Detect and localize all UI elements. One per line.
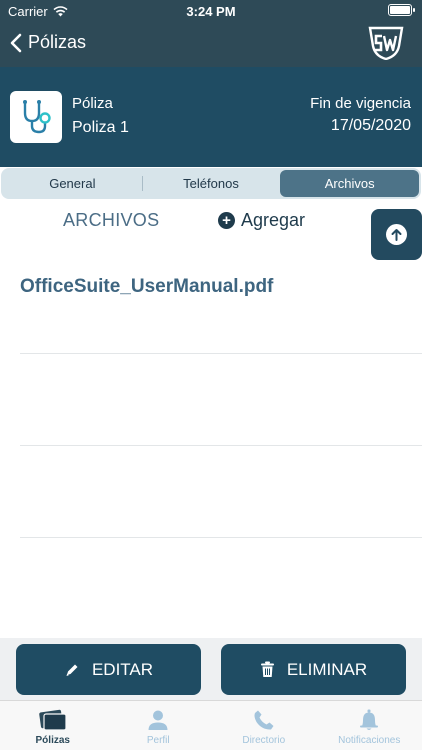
scroll-top-button[interactable] — [371, 209, 422, 260]
plus-circle-icon: + — [218, 212, 235, 229]
list-item[interactable] — [20, 446, 422, 538]
tab-notificaciones-label: Notificaciones — [338, 735, 401, 746]
actions-bar: EDITAR ELIMINAR — [0, 638, 422, 700]
files-section-title: ARCHIVOS — [63, 210, 160, 230]
policy-thumbnail — [10, 91, 62, 143]
add-file-button[interactable]: + Agregar — [218, 210, 305, 231]
arrow-up-circle-icon — [386, 224, 407, 245]
status-time: 3:24 PM — [186, 4, 236, 19]
navigation-bar: Pólizas — [0, 22, 422, 67]
policy-type: Póliza — [72, 95, 113, 112]
tab-polizas[interactable]: Pólizas — [0, 701, 106, 750]
tab-perfil[interactable]: Perfil — [106, 701, 212, 750]
delete-button[interactable]: ELIMINAR — [221, 644, 406, 695]
bell-icon — [360, 709, 379, 730]
tab-general[interactable]: General — [3, 170, 142, 197]
pencil-icon — [66, 664, 78, 676]
phone-icon — [254, 710, 274, 730]
tab-polizas-label: Pólizas — [35, 735, 70, 746]
section-segmented-control: General Teléfonos Archivos — [1, 168, 421, 199]
tab-archivos[interactable]: Archivos — [280, 170, 420, 197]
back-button[interactable]: Pólizas — [10, 32, 86, 53]
back-label: Pólizas — [28, 32, 87, 52]
tab-directorio[interactable]: Directorio — [211, 701, 317, 750]
chevron-left-icon — [10, 33, 22, 52]
policy-name: Poliza 1 — [72, 119, 129, 136]
file-list: OfficeSuite_UserManual.pdf — [20, 262, 422, 538]
policy-header: Póliza Poliza 1 Fin de vigencia 17/05/20… — [0, 67, 422, 167]
add-file-label: Agregar — [241, 210, 306, 230]
validity-end-label: Fin de vigencia — [310, 95, 411, 112]
tab-directorio-label: Directorio — [242, 735, 286, 746]
tab-notificaciones[interactable]: Notificaciones — [317, 701, 422, 750]
list-item[interactable] — [20, 354, 422, 446]
policies-icon — [39, 709, 67, 731]
edit-button[interactable]: EDITAR — [16, 644, 201, 695]
bottom-tab-bar: Pólizas Perfil Directorio Notificaciones — [0, 700, 422, 750]
file-name[interactable] — [20, 446, 422, 460]
trash-icon — [260, 661, 274, 677]
person-icon — [148, 710, 168, 730]
tab-perfil-label: Perfil — [146, 735, 170, 746]
stethoscope-icon — [23, 100, 51, 134]
battery-icon — [388, 4, 415, 16]
list-item[interactable]: OfficeSuite_UserManual.pdf — [20, 262, 422, 354]
file-name[interactable]: OfficeSuite_UserManual.pdf — [20, 262, 422, 298]
validity-end-date: 17/05/2020 — [330, 117, 411, 134]
brand-logo-icon — [368, 26, 404, 60]
delete-label: ELIMINAR — [286, 659, 368, 679]
file-name[interactable] — [20, 354, 422, 368]
status-bar: Carrier 3:24 PM — [0, 0, 422, 22]
edit-label: EDITAR — [91, 659, 154, 679]
tab-telefonos[interactable]: Teléfonos — [141, 170, 281, 197]
